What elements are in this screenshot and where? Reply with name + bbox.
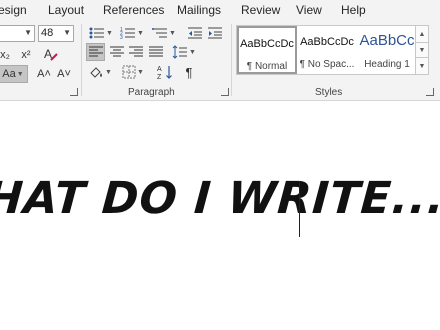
more-styles-icon[interactable]: ▼ <box>416 58 428 74</box>
font-size-combo[interactable]: 48 ▼ <box>38 25 74 42</box>
styles-gallery: AaBbCcDc ¶ Normal AaBbCcDc ¶ No Spac... … <box>236 25 416 75</box>
change-case-label: Aa <box>2 68 16 80</box>
numbering-icon[interactable]: 1 2 3 ▼ <box>118 24 146 42</box>
svg-text:3: 3 <box>120 35 123 40</box>
ribbon: ▼ 48 ▼ x₂ x² A Aa▼ A˄ A˅ ▼ 123▼ ▼ ▼ <box>0 20 440 101</box>
show-marks-icon[interactable]: ¶ <box>180 63 198 81</box>
paragraph-group-label: Paragraph <box>128 87 175 98</box>
increase-indent-icon[interactable] <box>206 24 224 42</box>
borders-icon[interactable]: ▼ <box>118 63 148 81</box>
style-preview: AaBbCc <box>359 32 415 49</box>
center-icon[interactable] <box>107 43 126 61</box>
tab-layout[interactable]: Layout <box>48 3 84 17</box>
sort-icon[interactable]: AZ <box>155 63 175 81</box>
bullets-icon[interactable]: ▼ <box>87 24 115 42</box>
tab-review[interactable]: Review <box>241 3 280 17</box>
style-name: ¶ No Spac... <box>299 59 355 70</box>
chevron-down-icon: ▼ <box>105 68 112 76</box>
clear-formatting-icon[interactable]: A <box>42 45 60 63</box>
chevron-down-icon: ▼ <box>24 28 32 37</box>
style-normal[interactable]: AaBbCcDc ¶ Normal <box>237 26 297 74</box>
style-name: Heading 1 <box>364 59 410 70</box>
document-text[interactable]: HAT DO I WRITE... <box>0 173 440 224</box>
chevron-down-icon: ▼ <box>16 70 24 78</box>
svg-text:A: A <box>157 66 162 73</box>
tab-references[interactable]: References <box>103 3 164 17</box>
svg-text:Z: Z <box>157 74 162 80</box>
font-size-value: 48 <box>41 27 54 39</box>
text-cursor <box>299 181 300 237</box>
style-name: ¶ Normal <box>246 61 288 72</box>
tab-help[interactable]: Help <box>341 3 366 17</box>
chevron-down-icon: ▼ <box>137 68 144 76</box>
align-right-icon[interactable] <box>126 43 145 61</box>
align-left-icon[interactable] <box>86 43 105 61</box>
tab-mailings[interactable]: Mailings <box>177 3 221 17</box>
document-page[interactable]: HAT DO I WRITE... <box>0 101 440 330</box>
shrink-font-button[interactable]: A˅ <box>56 65 72 83</box>
tab-view[interactable]: View <box>296 3 322 17</box>
superscript-button[interactable]: x² <box>18 46 34 64</box>
justify-icon[interactable] <box>146 43 165 61</box>
chevron-down-icon: ▼ <box>106 29 113 37</box>
chevron-down-icon: ▼ <box>189 48 196 56</box>
shading-icon[interactable]: ▼ <box>86 63 114 81</box>
style-heading-1[interactable]: AaBbCc Heading 1 <box>357 26 417 74</box>
font-name-combo[interactable]: ▼ <box>0 25 35 42</box>
line-spacing-icon[interactable]: ▼ <box>170 43 198 61</box>
style-preview: AaBbCcDc <box>300 36 354 48</box>
grow-font-button[interactable]: A˄ <box>36 65 52 83</box>
chevron-up-icon[interactable]: ▲ <box>416 26 428 42</box>
decrease-indent-icon[interactable] <box>186 24 204 42</box>
separator <box>231 24 232 96</box>
tab-design[interactable]: esign <box>0 3 27 17</box>
ribbon-tabs: esign Layout References Mailings Review … <box>0 0 440 20</box>
subscript-button[interactable]: x₂ <box>0 46 12 64</box>
separator <box>81 24 82 96</box>
font-dialog-launcher[interactable] <box>70 88 78 96</box>
styles-scroll: ▲ ▼ ▼ <box>416 25 429 75</box>
styles-group-label: Styles <box>315 87 343 98</box>
chevron-down-icon: ▼ <box>63 28 71 37</box>
change-case-button[interactable]: Aa ▼ <box>0 65 28 83</box>
style-no-spacing[interactable]: AaBbCcDc ¶ No Spac... <box>297 26 357 74</box>
chevron-down-icon: ▼ <box>169 29 176 37</box>
chevron-down-icon: ▼ <box>137 29 144 37</box>
style-preview: AaBbCcDc <box>240 38 294 50</box>
paragraph-dialog-launcher[interactable] <box>221 88 229 96</box>
multilevel-list-icon[interactable]: ▼ <box>150 24 178 42</box>
chevron-down-icon[interactable]: ▼ <box>416 42 428 58</box>
styles-dialog-launcher[interactable] <box>426 88 434 96</box>
